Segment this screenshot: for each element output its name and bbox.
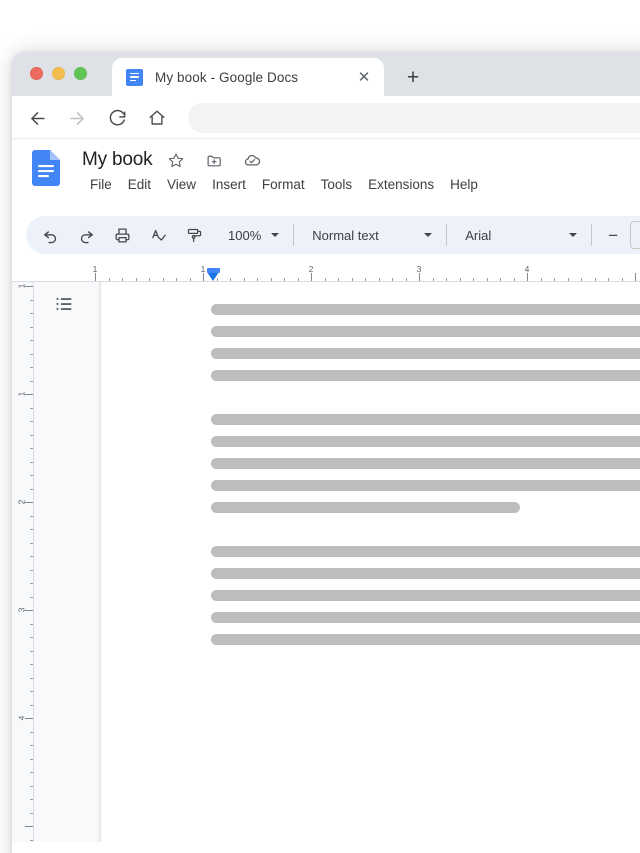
print-icon[interactable] [107,220,137,250]
ruler-number: 4 [524,264,530,274]
document-text-line [211,370,640,381]
document-text-line [211,458,640,469]
menu-item-edit[interactable]: Edit [120,174,159,195]
chevron-down-icon [271,233,280,237]
toolbar-divider [446,224,448,246]
vertical-ruler-edge [33,282,34,842]
menu-item-view[interactable]: View [159,174,204,195]
home-icon[interactable] [140,101,174,135]
screen-root: My book - Google Docs ✕ + My book File E… [0,0,640,853]
vertical-ruler[interactable]: 1 1 2 3 4 [12,282,34,842]
document-text-line [211,326,640,337]
tab-title: My book - Google Docs [155,69,299,85]
spellcheck-icon[interactable] [143,220,173,250]
menu-item-help[interactable]: Help [442,174,486,195]
browser-window: My book - Google Docs ✕ + My book File E… [12,52,640,853]
document-title[interactable]: My book [82,149,153,171]
document-canvas: 1 1 2 3 4 [12,282,640,842]
star-icon[interactable] [162,146,190,174]
tab-strip: My book - Google Docs ✕ + [12,52,640,96]
browser-tab[interactable]: My book - Google Docs ✕ [112,58,384,96]
paragraph-style-value: Normal text [312,227,379,243]
font-family-selector[interactable]: Arial [455,221,583,249]
document-page[interactable] [100,282,640,842]
browser-nav-bar [12,96,640,140]
menu-item-insert[interactable]: Insert [204,174,254,195]
new-tab-button[interactable]: + [398,62,428,92]
ruler-number: 1 [92,264,98,274]
paint-format-icon[interactable] [179,220,209,250]
document-text-line [211,612,640,623]
show-document-outline-icon[interactable] [48,288,80,320]
menu-item-extensions[interactable]: Extensions [360,174,442,195]
toolbar-divider [293,224,295,246]
window-close-button[interactable] [30,67,43,80]
document-text-line [211,304,640,315]
left-indent-marker[interactable] [206,268,220,281]
document-text-line [211,436,640,447]
document-text-line [211,414,640,425]
horizontal-ruler[interactable]: 1 1 2 3 4 [12,260,640,282]
reload-icon[interactable] [100,101,134,135]
horizontal-ruler-ticks: 1 1 2 3 4 [12,260,640,282]
forward-icon[interactable] [60,101,94,135]
menu-item-format[interactable]: Format [254,174,313,195]
window-minimize-button[interactable] [52,67,65,80]
decrease-font-size-button[interactable]: − [600,222,626,248]
ruler-number: 1 [16,391,27,397]
tab-close-icon[interactable]: ✕ [352,65,376,89]
ruler-number: 3 [416,264,422,274]
back-icon[interactable] [20,101,54,135]
ruler-number: 1 [16,283,27,289]
traffic-lights [30,67,87,80]
chevron-down-icon [424,233,433,237]
docs-menu-bar: File Edit View Insert Format Tools Exten… [82,174,486,195]
font-family-value: Arial [465,227,492,243]
docs-header: My book File Edit View Insert Format Too… [12,140,640,214]
zoom-value: 100% [228,227,262,243]
google-docs-app: My book File Edit View Insert Format Too… [12,140,640,853]
ruler-number: 2 [16,499,27,505]
google-docs-favicon [126,68,143,86]
document-text-line [211,590,640,601]
zoom-selector[interactable]: 100% [218,221,285,249]
redo-icon[interactable] [71,220,101,250]
document-text-line [211,634,640,645]
document-body-lines [211,282,640,656]
paragraph-style-selector[interactable]: Normal text [302,221,438,249]
document-title-row: My book [82,146,266,174]
cloud-saved-icon[interactable] [238,146,266,174]
chevron-down-icon [569,233,578,237]
ruler-number: 1 [200,264,206,274]
ruler-number: 3 [16,607,27,613]
font-size-input[interactable]: 11 [630,221,640,249]
ruler-number: 2 [308,264,314,274]
menu-item-file[interactable]: File [82,174,120,195]
document-text-line [211,546,640,557]
document-text-line [211,568,640,579]
document-text-line [211,480,640,491]
formatting-toolbar: 100% Normal text Arial − 11 [26,216,640,254]
document-text-line [211,502,520,513]
toolbar-divider [591,224,593,246]
google-docs-logo-icon[interactable] [32,150,60,186]
menu-item-tools[interactable]: Tools [313,174,361,195]
move-to-folder-icon[interactable] [200,146,228,174]
window-maximize-button[interactable] [74,67,87,80]
undo-icon[interactable] [35,220,65,250]
address-bar[interactable] [188,103,640,133]
ruler-number: 4 [16,715,27,721]
document-text-line [211,348,640,359]
